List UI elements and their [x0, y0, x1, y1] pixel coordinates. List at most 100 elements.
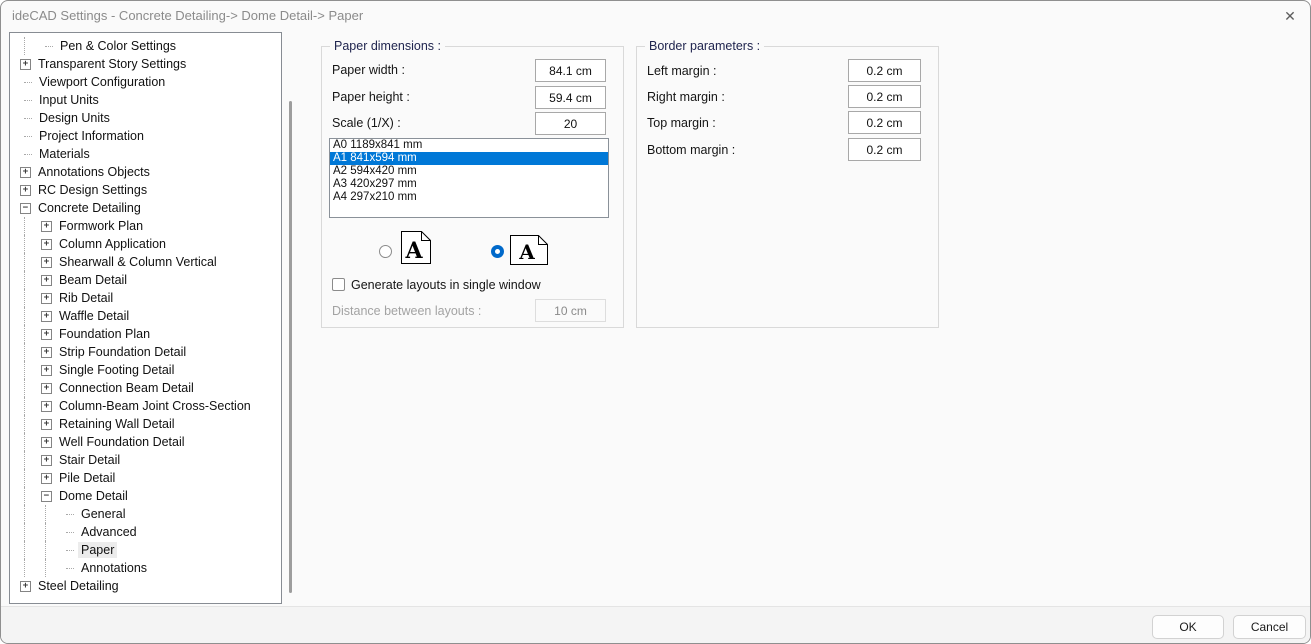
tree-item[interactable]: + Stair Detail: [10, 451, 281, 469]
paper-size-option[interactable]: A2 594x420 mm: [330, 165, 608, 178]
tree-item[interactable]: Pen & Color Settings: [10, 37, 281, 55]
tree-item[interactable]: Project Information: [10, 127, 281, 145]
single-window-checkbox[interactable]: [332, 278, 345, 291]
expand-plus-icon[interactable]: +: [41, 275, 52, 286]
expand-plus-icon[interactable]: +: [41, 437, 52, 448]
collapse-minus-icon[interactable]: −: [20, 203, 31, 214]
tree-scrollbar-thumb[interactable]: [289, 101, 292, 593]
tree-item[interactable]: Advanced: [10, 523, 281, 541]
portrait-page-icon[interactable]: A: [401, 231, 431, 269]
paper-size-option[interactable]: A1 841x594 mm: [330, 152, 608, 165]
tree-guide-line: [24, 433, 41, 451]
tree-guide-line: [24, 361, 41, 379]
tree-item[interactable]: + Well Foundation Detail: [10, 433, 281, 451]
expand-plus-icon[interactable]: +: [41, 365, 52, 376]
tree-guide-line: [24, 307, 41, 325]
right-margin-input[interactable]: [848, 85, 921, 108]
expand-plus-icon[interactable]: +: [41, 239, 52, 250]
expand-plus-icon[interactable]: +: [41, 347, 52, 358]
tree-guide-line: [24, 523, 41, 541]
tree-item[interactable]: + Column Application: [10, 235, 281, 253]
paper-size-option[interactable]: A4 297x210 mm: [330, 191, 608, 204]
expand-plus-icon[interactable]: +: [41, 221, 52, 232]
tree-item-label: Foundation Plan: [56, 326, 153, 342]
tree-item[interactable]: Materials: [10, 145, 281, 163]
tree-connector: [66, 532, 74, 533]
left-margin-input[interactable]: [848, 59, 921, 82]
tree-item-label: Annotations Objects: [35, 164, 153, 180]
tree-item[interactable]: +Strip Foundation Detail: [10, 343, 281, 361]
tree-item[interactable]: +Beam Detail: [10, 271, 281, 289]
distance-between-layouts-input[interactable]: [535, 299, 606, 322]
tree-item-label: General: [78, 506, 128, 522]
tree-item-label: Column Application: [56, 236, 169, 252]
tree-item-label: Waffle Detail: [56, 308, 132, 324]
tree-item-label: Shearwall & Column Vertical: [56, 254, 220, 270]
expand-plus-icon[interactable]: +: [41, 455, 52, 466]
top-margin-input[interactable]: [848, 111, 921, 134]
tree-item[interactable]: + Annotations Objects: [10, 163, 281, 181]
paper-size-listbox[interactable]: A0 1189x841 mmA1 841x594 mmA2 594x420 mm…: [329, 138, 609, 218]
tree-item-label: Stair Detail: [56, 452, 123, 468]
bottom-margin-input[interactable]: [848, 138, 921, 161]
tree-connector: [24, 136, 32, 137]
tree-item[interactable]: +Pile Detail: [10, 469, 281, 487]
scale-input[interactable]: [535, 112, 606, 135]
tree-item[interactable]: Paper: [10, 541, 281, 559]
expand-plus-icon[interactable]: +: [20, 167, 31, 178]
paper-width-input[interactable]: [535, 59, 606, 82]
tree-item[interactable]: +Single Footing Detail: [10, 361, 281, 379]
expand-plus-icon[interactable]: +: [41, 311, 52, 322]
orientation-portrait-radio[interactable]: [379, 245, 392, 258]
top-margin-label: Top margin :: [647, 116, 716, 130]
tree-item-label: Annotations: [78, 560, 150, 576]
expand-plus-icon[interactable]: +: [41, 329, 52, 340]
tree-guide-line: [24, 343, 41, 361]
tree-item[interactable]: +Formwork Plan: [10, 217, 281, 235]
tree-item[interactable]: + Foundation Plan: [10, 325, 281, 343]
expand-plus-icon[interactable]: +: [41, 419, 52, 430]
expand-plus-icon[interactable]: +: [41, 293, 52, 304]
tree-item[interactable]: + Waffle Detail: [10, 307, 281, 325]
cancel-button[interactable]: Cancel: [1233, 615, 1306, 639]
tree-item[interactable]: +Connection Beam Detail: [10, 379, 281, 397]
tree-item[interactable]: +Retaining Wall Detail: [10, 415, 281, 433]
expand-plus-icon[interactable]: +: [20, 59, 31, 70]
tree-item[interactable]: General: [10, 505, 281, 523]
tree-item-label: Project Information: [36, 128, 147, 144]
tree-item[interactable]: +Rib Detail: [10, 289, 281, 307]
tree-item[interactable]: +Transparent Story Settings: [10, 55, 281, 73]
ok-button[interactable]: OK: [1152, 615, 1224, 639]
tree-guide-line: [45, 559, 62, 577]
tree-item[interactable]: + Shearwall & Column Vertical: [10, 253, 281, 271]
tree-item[interactable]: +Steel Detailing: [10, 577, 281, 595]
orientation-landscape-radio[interactable]: [491, 245, 504, 258]
tree-item[interactable]: Viewport Configuration: [10, 73, 281, 91]
tree-item[interactable]: −Dome Detail: [10, 487, 281, 505]
tree-item[interactable]: Input Units: [10, 91, 281, 109]
tree-guide-line: [45, 541, 62, 559]
paper-height-input[interactable]: [535, 86, 606, 109]
tree-item[interactable]: +Column-Beam Joint Cross-Section: [10, 397, 281, 415]
tree-item[interactable]: Annotations: [10, 559, 281, 577]
expand-plus-icon[interactable]: +: [41, 401, 52, 412]
expand-plus-icon[interactable]: +: [41, 257, 52, 268]
paper-size-option[interactable]: A0 1189x841 mm: [330, 139, 608, 152]
paper-dimensions-group-label: Paper dimensions :: [330, 39, 445, 53]
paper-size-option[interactable]: A3 420x297 mm: [330, 178, 608, 191]
expand-plus-icon[interactable]: +: [41, 383, 52, 394]
expand-plus-icon[interactable]: +: [41, 473, 52, 484]
expand-plus-icon[interactable]: +: [20, 581, 31, 592]
expand-plus-icon[interactable]: +: [20, 185, 31, 196]
collapse-minus-icon[interactable]: −: [41, 491, 52, 502]
tree-item[interactable]: Design Units: [10, 109, 281, 127]
tree-item-label: Viewport Configuration: [36, 74, 168, 90]
tree-item[interactable]: +RC Design Settings: [10, 181, 281, 199]
tree-guide-line: [24, 415, 41, 433]
tree-item-label: Well Foundation Detail: [56, 434, 188, 450]
tree-guide-line: [24, 451, 41, 469]
tree-item[interactable]: −Concrete Detailing: [10, 199, 281, 217]
title-bar[interactable]: ideCAD Settings - Concrete Detailing-> D…: [1, 1, 1310, 31]
landscape-page-icon[interactable]: A: [510, 235, 548, 270]
close-icon[interactable]: ✕: [1279, 5, 1301, 27]
